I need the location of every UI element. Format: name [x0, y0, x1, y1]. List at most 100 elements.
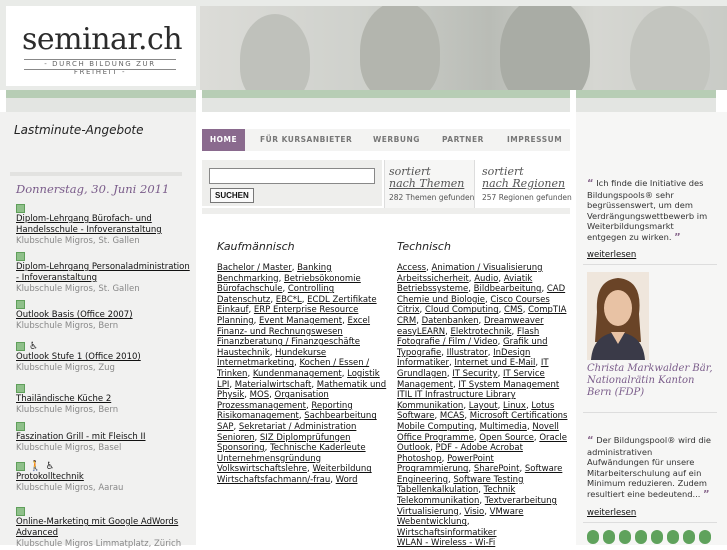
category-link[interactable]: Internetmarketing: [217, 358, 294, 368]
category-link[interactable]: Elektrotechnik: [451, 327, 512, 337]
category-link[interactable]: Bachelor / Master: [217, 263, 292, 273]
category-link[interactable]: Textverarbeitung: [485, 496, 557, 506]
sorted-by-regions[interactable]: sortiert nach Regionen 257 Regionen gefu…: [474, 160, 574, 212]
course-title[interactable]: Online-Marketing mit Google AdWords Adva…: [16, 517, 192, 539]
category-link[interactable]: ERP Enterprise Resource: [254, 305, 359, 315]
carousel-dot-1[interactable]: [587, 530, 599, 544]
category-link[interactable]: Trinken: [217, 369, 247, 379]
category-link[interactable]: ECDL Zertifikate: [307, 295, 376, 305]
course-title[interactable]: Thailändische Küche 2: [16, 394, 192, 405]
category-link[interactable]: Open Source: [479, 433, 534, 443]
category-link[interactable]: EBC*L: [276, 295, 302, 305]
category-link[interactable]: Access: [397, 263, 426, 273]
category-link[interactable]: Betriebsökonomie: [284, 274, 361, 284]
category-link[interactable]: Citrix: [397, 305, 420, 315]
category-link[interactable]: Prozessmanagement: [217, 401, 306, 411]
category-link[interactable]: Visio: [464, 507, 484, 517]
category-link[interactable]: Cisco Courses: [490, 295, 549, 305]
category-link[interactable]: Kommunikation: [397, 401, 463, 411]
category-link[interactable]: Banking: [297, 263, 332, 273]
category-link[interactable]: Microsoft Certifications: [470, 411, 568, 421]
category-link[interactable]: IT: [541, 358, 549, 368]
category-link[interactable]: SharePoint: [474, 464, 520, 474]
category-link[interactable]: Multimedia: [480, 422, 527, 432]
category-link[interactable]: Bildbearbeitung: [474, 284, 542, 294]
category-link[interactable]: Illustrator: [447, 348, 488, 358]
category-link[interactable]: Bürofachschule: [217, 284, 282, 294]
category-link[interactable]: Finanz- und Rechnungswesen: [217, 327, 343, 337]
category-link[interactable]: Oracle: [539, 433, 567, 443]
read-more-link-1[interactable]: weiterlesen: [587, 250, 636, 260]
category-link[interactable]: MOS: [250, 390, 269, 400]
category-link[interactable]: Kundenmanagement: [253, 369, 342, 379]
category-link[interactable]: Novell: [532, 422, 559, 432]
category-link[interactable]: Dreamweaver: [484, 316, 544, 326]
course-title[interactable]: Outlook Basis (Office 2007): [16, 310, 192, 321]
course-item[interactable]: Outlook Basis (Office 2007) Klubschule Mi…: [16, 298, 192, 332]
category-link[interactable]: Mobile Computing: [397, 422, 474, 432]
category-link[interactable]: Logistik: [347, 369, 380, 379]
course-item[interactable]: Faszination Grill - mit Fleisch II Klubsc…: [16, 420, 192, 454]
category-link[interactable]: CompTIA: [528, 305, 566, 315]
course-title[interactable]: Diplom-Lehrgang Personaladministration -…: [16, 262, 192, 284]
category-link[interactable]: Photoshop: [397, 454, 442, 464]
course-title[interactable]: Diplom-Lehrgang Bürofach- und Handelssch…: [16, 214, 192, 236]
category-link[interactable]: Software: [525, 464, 562, 474]
category-link[interactable]: Programmierung: [397, 464, 468, 474]
category-link[interactable]: PDF - Adobe Acrobat: [436, 443, 523, 453]
category-link[interactable]: Sekretariat / Administration: [239, 422, 357, 432]
category-link[interactable]: Controlling: [288, 284, 334, 294]
category-link[interactable]: LPI: [217, 380, 229, 390]
category-link[interactable]: CAD: [547, 284, 565, 294]
category-link[interactable]: Cloud Computing: [425, 305, 499, 315]
category-link[interactable]: Word: [336, 475, 358, 485]
category-link[interactable]: MCAS: [440, 411, 464, 421]
carousel-dot-6[interactable]: [667, 530, 679, 544]
course-title[interactable]: Outlook Stufe 1 (Office 2010): [16, 352, 192, 363]
sorted-topics-line2[interactable]: nach Themen: [389, 178, 475, 190]
category-link[interactable]: ITIL IT Infrastructure Library: [397, 390, 516, 400]
category-link[interactable]: easyLEARN: [397, 327, 445, 337]
category-link[interactable]: Senioren: [217, 433, 255, 443]
category-link[interactable]: Physik: [217, 390, 244, 400]
category-link[interactable]: Excel: [347, 316, 370, 326]
category-link[interactable]: Typografie: [397, 348, 441, 358]
category-link[interactable]: Organisation: [275, 390, 329, 400]
category-link[interactable]: Sachbearbeitung: [304, 411, 376, 421]
category-link[interactable]: Flash: [517, 327, 539, 337]
category-link[interactable]: PowerPoint: [447, 454, 494, 464]
category-link[interactable]: Kochen / Essen /: [299, 358, 369, 368]
category-link[interactable]: Grundlagen: [397, 369, 447, 379]
category-link[interactable]: VMware: [490, 507, 524, 517]
category-link[interactable]: Sponsoring: [217, 443, 265, 453]
course-title[interactable]: Faszination Grill - mit Fleisch II: [16, 432, 192, 443]
category-link[interactable]: Layout: [469, 401, 498, 411]
category-link[interactable]: Wirtschaftsfachmann/-frau: [217, 475, 330, 485]
course-item[interactable]: Diplom-Lehrgang Personaladministration -…: [16, 250, 192, 295]
carousel-dot-7[interactable]: [683, 530, 695, 544]
nav-home[interactable]: HOME: [202, 129, 245, 151]
course-item[interactable]: Thailändische Küche 2 Klubschule Migros, …: [16, 382, 192, 416]
category-link[interactable]: Animation / Visualisierung: [432, 263, 543, 273]
carousel-dot-3[interactable]: [619, 530, 631, 544]
category-link[interactable]: Technische Kaderleute: [270, 443, 366, 453]
category-link[interactable]: Lotus: [531, 401, 554, 411]
course-item[interactable]: Diplom-Lehrgang Bürofach- und Handelssch…: [16, 202, 192, 247]
nav-werbung[interactable]: WERBUNG: [373, 129, 420, 151]
category-link[interactable]: Datenbanken: [422, 316, 479, 326]
category-link[interactable]: Event Management: [259, 316, 342, 326]
category-link[interactable]: Planning: [217, 316, 254, 326]
category-link[interactable]: Fotografie / Film / Video: [397, 337, 498, 347]
search-input[interactable]: [209, 168, 375, 184]
category-link[interactable]: Software Testing: [453, 475, 523, 485]
carousel-dot-8[interactable]: [699, 530, 711, 544]
category-link[interactable]: SIZ Diplomprüfungen: [260, 433, 351, 443]
category-link[interactable]: Virtualisierung: [397, 507, 459, 517]
category-link[interactable]: Reporting: [311, 401, 352, 411]
nav-impressum[interactable]: IMPRESSUM: [507, 129, 562, 151]
category-link[interactable]: Einkauf: [217, 305, 248, 315]
category-link[interactable]: Wirtschaftsinformatiker: [397, 528, 497, 538]
category-link[interactable]: Risikomanagement: [217, 411, 299, 421]
category-link[interactable]: Telekommunikation: [397, 496, 479, 506]
category-link[interactable]: Grafik und: [503, 337, 547, 347]
